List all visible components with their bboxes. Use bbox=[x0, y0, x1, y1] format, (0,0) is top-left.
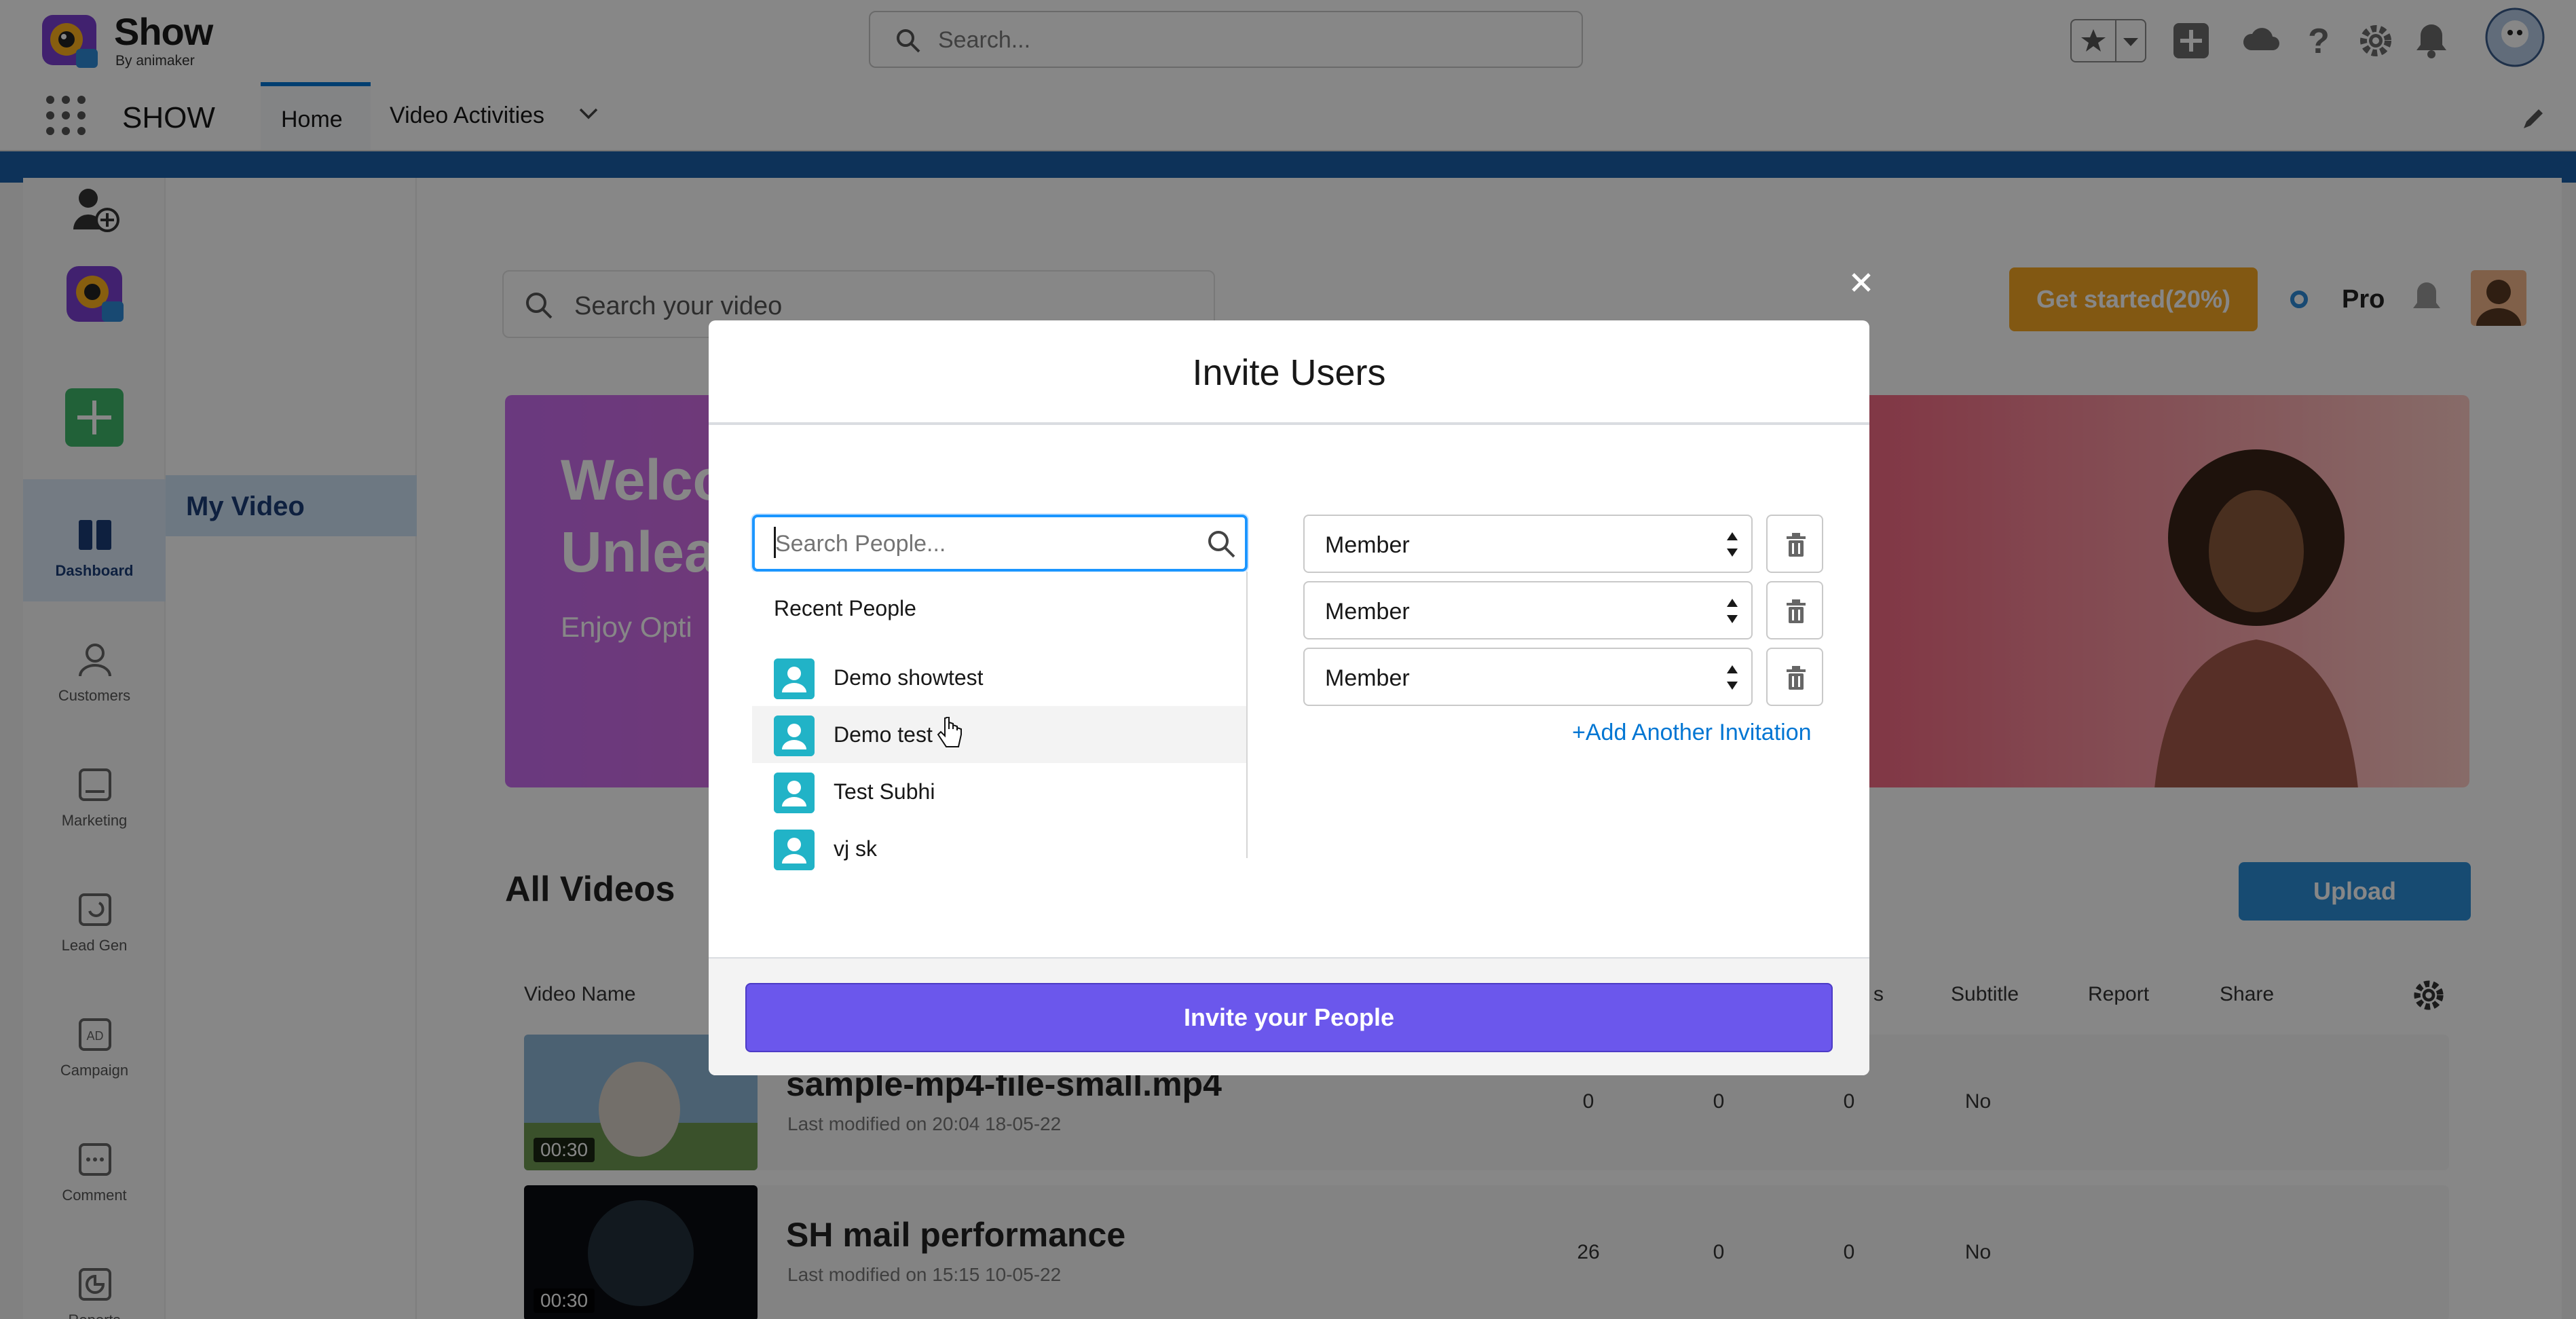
select-arrows-icon bbox=[1727, 599, 1738, 623]
person-option[interactable]: Demo showtest bbox=[752, 649, 1246, 706]
recent-people-heading: Recent People bbox=[774, 596, 916, 620]
modal-title: Invite Users bbox=[1192, 352, 1386, 393]
select-arrows-icon bbox=[1727, 532, 1738, 557]
people-search-placeholder: Search People... bbox=[775, 531, 946, 557]
person-option[interactable]: Test Subhi bbox=[752, 763, 1246, 820]
close-icon[interactable] bbox=[1841, 262, 1882, 303]
user-avatar-icon bbox=[774, 716, 815, 756]
trash-icon bbox=[1787, 533, 1806, 557]
delete-invitation-button[interactable] bbox=[1766, 648, 1823, 706]
role-select[interactable]: Member bbox=[1303, 515, 1753, 573]
modal-header: Invite Users bbox=[709, 320, 1869, 425]
person-option[interactable]: vj sk bbox=[752, 820, 1246, 877]
role-select-value: Member bbox=[1325, 532, 1410, 558]
pointer-cursor-icon bbox=[937, 717, 962, 747]
select-arrows-icon bbox=[1727, 665, 1738, 690]
trash-icon bbox=[1787, 599, 1806, 623]
delete-invitation-button[interactable] bbox=[1766, 581, 1823, 639]
invite-users-modal: Invite Users Search People... Recent Peo… bbox=[709, 320, 1869, 1075]
role-select[interactable]: Member bbox=[1303, 648, 1753, 706]
role-select[interactable]: Member bbox=[1303, 581, 1753, 639]
delete-invitation-button[interactable] bbox=[1766, 515, 1823, 573]
trash-icon bbox=[1787, 666, 1806, 690]
search-icon bbox=[1208, 531, 1235, 558]
user-avatar-icon bbox=[774, 658, 815, 699]
people-dropdown: Recent People Demo showtest Demo test Te… bbox=[752, 572, 1248, 870]
modal-footer: Invite your People bbox=[709, 957, 1869, 1075]
person-name: Test Subhi bbox=[834, 779, 935, 804]
person-name: Demo test bbox=[834, 722, 933, 747]
user-avatar-icon bbox=[774, 773, 815, 813]
person-option[interactable]: Demo test bbox=[752, 706, 1246, 763]
invite-people-button[interactable]: Invite your People bbox=[745, 983, 1833, 1052]
people-search-input[interactable]: Search People... bbox=[752, 515, 1248, 572]
add-another-invitation-link[interactable]: +Add Another Invitation bbox=[1572, 720, 1812, 746]
role-select-value: Member bbox=[1325, 599, 1410, 625]
role-select-value: Member bbox=[1325, 665, 1410, 691]
person-name: vj sk bbox=[834, 836, 877, 861]
person-name: Demo showtest bbox=[834, 665, 984, 690]
user-avatar-icon bbox=[774, 830, 815, 870]
